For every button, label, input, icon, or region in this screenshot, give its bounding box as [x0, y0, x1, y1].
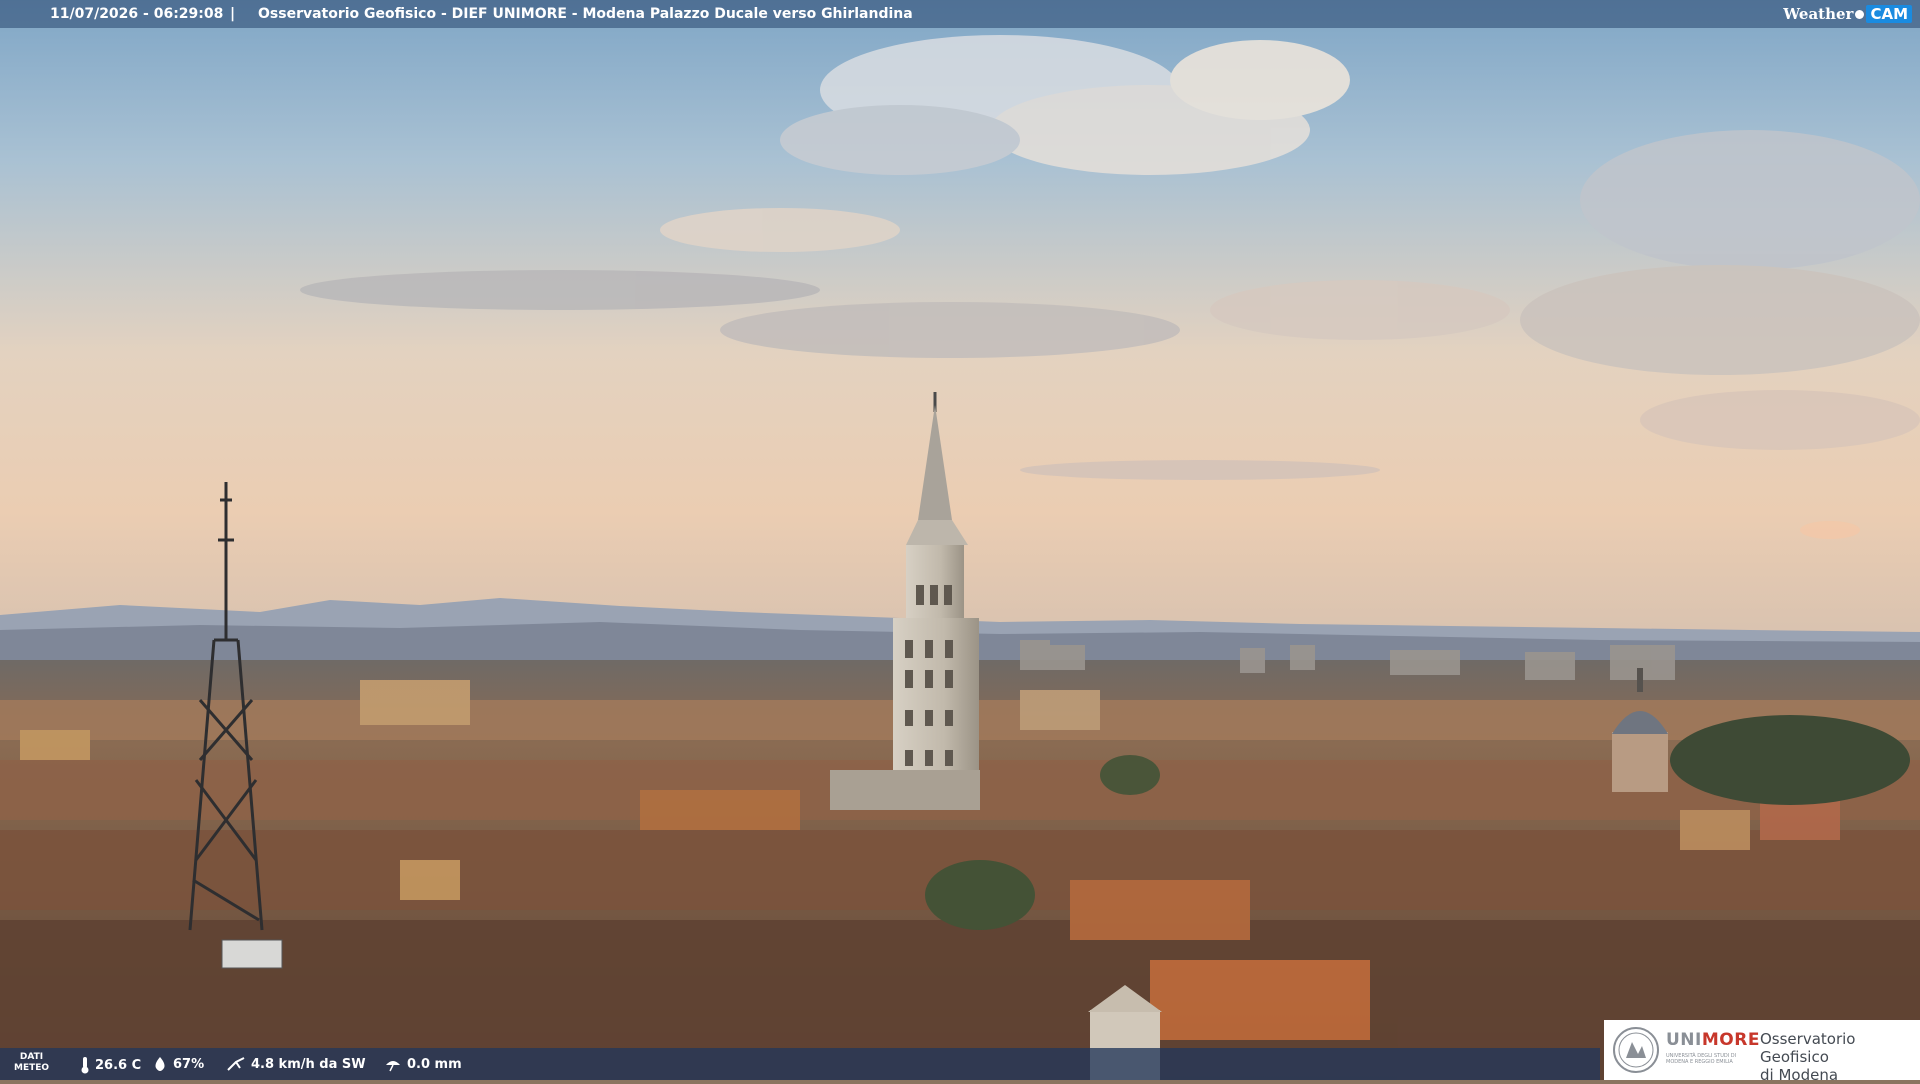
webcam-image [0, 0, 1920, 1080]
observatory-name-line2: di Modena [1760, 1066, 1839, 1084]
weather-data-bar: DATI METEO 26.6 C 67% 4.8 km/h da SW 0.0… [0, 1048, 1600, 1080]
header-bar: 11/07/2026 - 06:29:08 | Osservatorio Geo… [0, 0, 1920, 28]
humidity-value: 67% [173, 1056, 205, 1072]
wind-value: 4.8 km/h da SW [251, 1056, 366, 1072]
weathercam-logo: Weather CAM [1783, 4, 1912, 24]
dati-label-line2: METEO [14, 1063, 50, 1073]
unimore-subtitle: UNIVERSITÀ DEGLI STUDI DI MODENA E REGGI… [1666, 1053, 1737, 1065]
timestamp: 11/07/2026 - 06:29:08 [50, 6, 224, 22]
weathercam-word: Weather [1783, 5, 1854, 23]
temperature-reading: 26.6 C [80, 1056, 141, 1074]
thermometer-icon [81, 1057, 89, 1074]
unimore-wordmark: UNIMORE [1666, 1030, 1760, 1050]
rain-value: 0.0 mm [407, 1056, 462, 1072]
university-seal-icon [1613, 1027, 1659, 1073]
dati-meteo-label: DATI METEO [14, 1052, 49, 1074]
unimore-more: MORE [1701, 1030, 1760, 1050]
unimore-uni: UNI [1666, 1030, 1702, 1050]
temperature-value: 26.6 C [95, 1057, 142, 1073]
dati-label-line1: DATI [19, 1052, 44, 1062]
rain-umbrella-icon [386, 1061, 400, 1072]
observatory-name-line1: Osservatorio Geofisico [1760, 1030, 1856, 1066]
humidity-drop-icon [155, 1057, 165, 1071]
weathercam-cam: CAM [1866, 5, 1912, 23]
header-separator: | [230, 6, 236, 22]
humidity-reading: 67% [152, 1056, 204, 1072]
camera-title: Osservatorio Geofisico - DIEF UNIMORE - … [258, 6, 913, 22]
observatory-name: Osservatorio Geofisico di Modena [1760, 1030, 1920, 1084]
rain-reading: 0.0 mm [384, 1056, 462, 1072]
wind-reading: 4.8 km/h da SW [226, 1056, 366, 1072]
wind-icon [227, 1057, 245, 1071]
unimore-logo: UNIMORE UNIVERSITÀ DEGLI STUDI DI MODENA… [1604, 1020, 1920, 1084]
camera-lens-icon [1855, 9, 1865, 19]
